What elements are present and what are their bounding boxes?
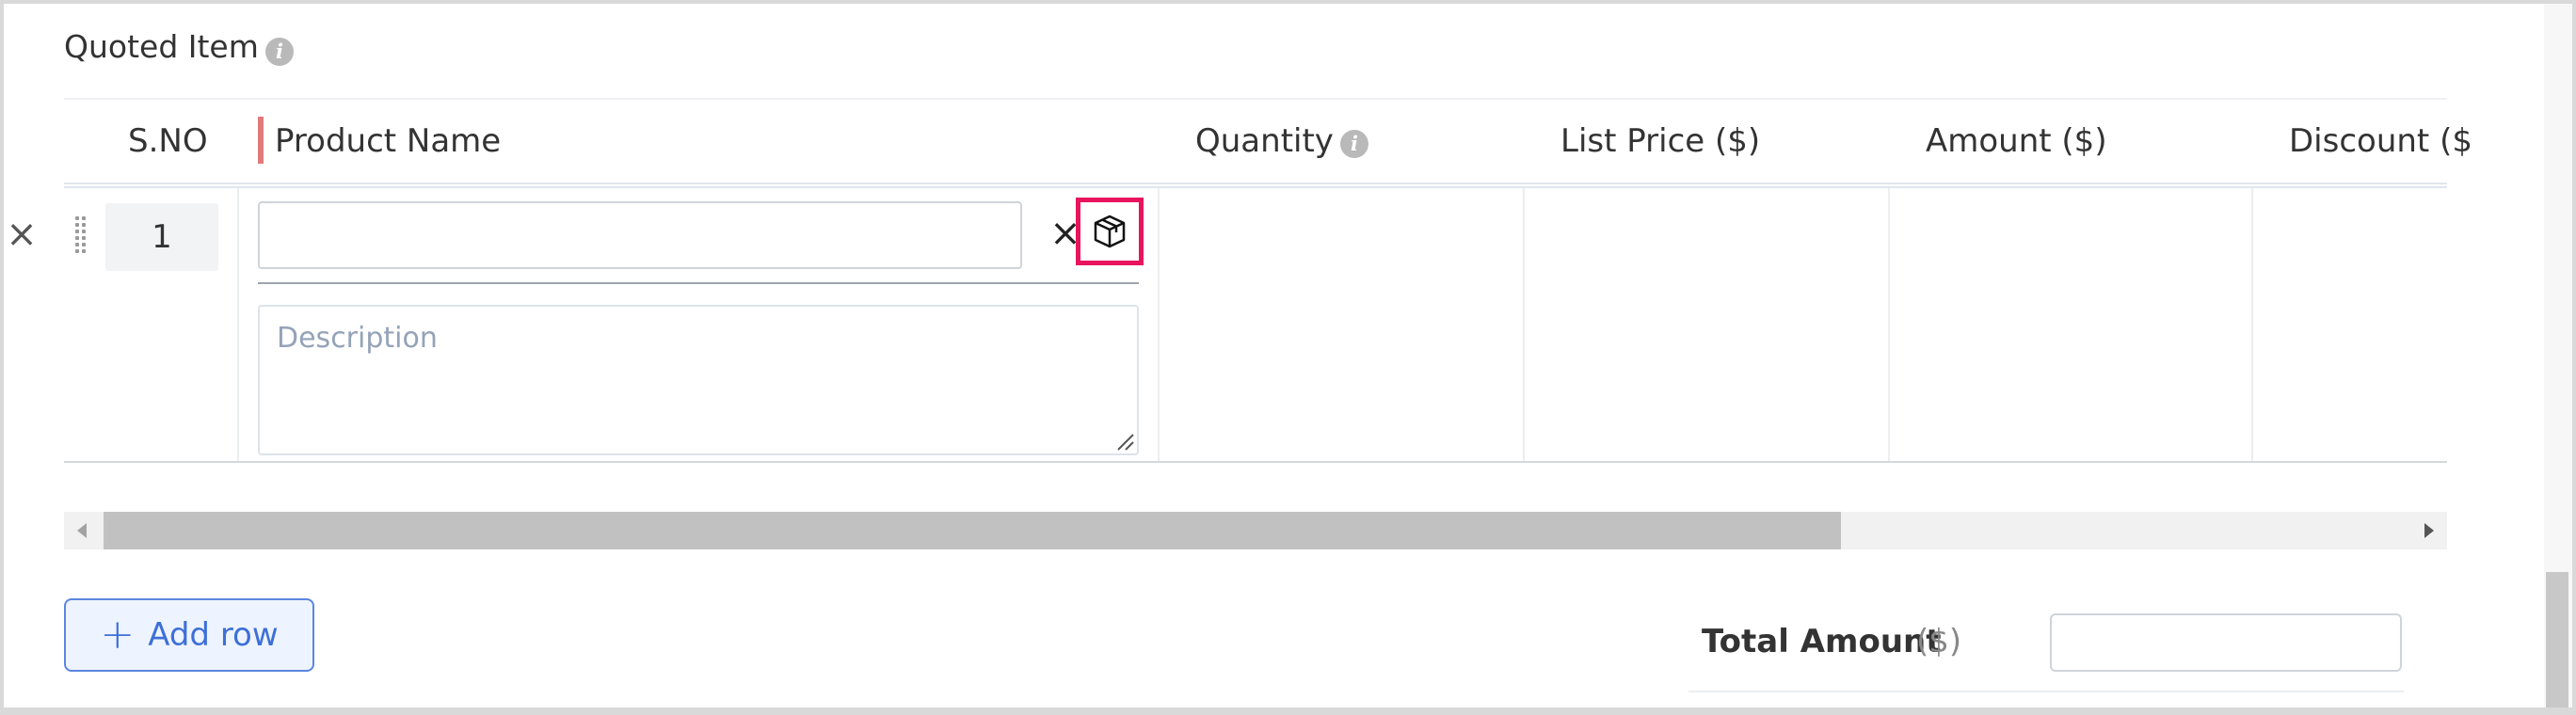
total-amount-label: Total Amount bbox=[1702, 623, 1942, 660]
horizontal-scroll-thumb[interactable] bbox=[104, 512, 1841, 549]
info-icon[interactable]: i bbox=[265, 38, 294, 66]
total-amount-currency: ($) bbox=[1916, 623, 1962, 660]
add-row-button[interactable]: + Add row bbox=[64, 598, 314, 672]
resize-grip-icon[interactable] bbox=[1112, 429, 1135, 452]
column-header-product-name: Product Name bbox=[275, 122, 502, 160]
column-header-discount: Discount ($ bbox=[2289, 122, 2472, 160]
table-header-border bbox=[64, 183, 2447, 188]
column-header-list-price: List Price ($) bbox=[1560, 122, 1761, 160]
required-indicator bbox=[258, 117, 264, 164]
remove-row-close-icon[interactable]: × bbox=[6, 215, 38, 253]
scroll-right-arrow[interactable] bbox=[2409, 512, 2447, 549]
vertical-scroll-thumb[interactable] bbox=[2546, 572, 2568, 707]
row-bottom-border bbox=[64, 461, 2447, 463]
product-box-icon bbox=[1094, 214, 1126, 248]
column-header-quantity: Quantity bbox=[1195, 122, 1334, 160]
column-divider bbox=[1888, 188, 1890, 461]
column-header-sno: S.NO bbox=[128, 122, 208, 160]
product-field-underline bbox=[258, 282, 1139, 284]
quantity-info-icon[interactable]: i bbox=[1340, 130, 1368, 158]
table-top-border bbox=[64, 98, 2447, 100]
column-divider bbox=[1523, 188, 1525, 461]
description-textarea[interactable] bbox=[258, 305, 1139, 455]
arrow-left-icon bbox=[77, 523, 87, 538]
section-title: Quoted Item bbox=[64, 28, 259, 65]
column-divider bbox=[2251, 188, 2253, 461]
plus-icon: + bbox=[100, 611, 136, 659]
drag-handle-icon[interactable] bbox=[75, 216, 88, 254]
column-header-amount: Amount ($) bbox=[1926, 122, 2107, 160]
add-row-label: Add row bbox=[148, 616, 279, 654]
column-divider bbox=[1158, 188, 1160, 461]
total-amount-input[interactable] bbox=[2050, 613, 2402, 672]
arrow-right-icon bbox=[2424, 523, 2434, 538]
row-number: 1 bbox=[105, 203, 218, 271]
horizontal-scrollbar[interactable] bbox=[64, 512, 2447, 549]
product-name-input[interactable] bbox=[258, 201, 1022, 269]
column-divider bbox=[237, 188, 239, 461]
scroll-left-arrow[interactable] bbox=[64, 512, 102, 549]
total-underline bbox=[1688, 691, 2404, 692]
product-lookup-button[interactable] bbox=[1076, 198, 1144, 265]
